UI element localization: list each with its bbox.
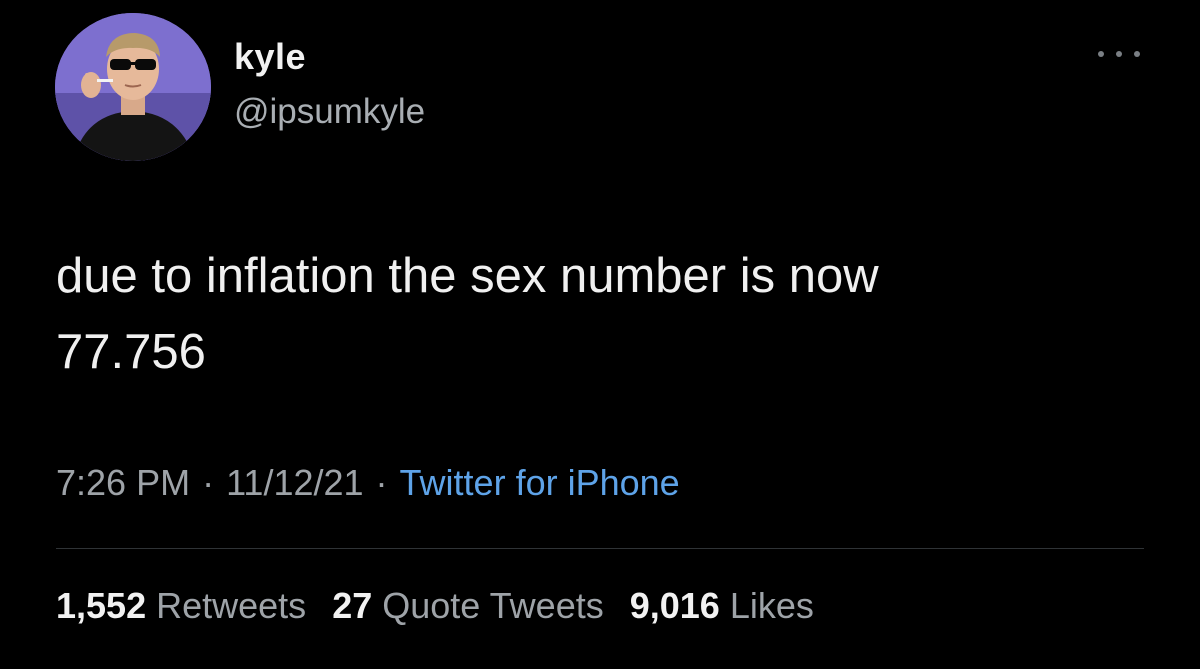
separator: · [202, 462, 215, 503]
likes-stat[interactable]: 9,016 Likes [630, 585, 814, 627]
tweet-date[interactable]: 11/12/21 [226, 462, 363, 503]
tweet-time[interactable]: 7:26 PM [56, 462, 190, 503]
tweet-stats: 1,552 Retweets 27 Quote Tweets 9,016 Likes [56, 585, 840, 627]
more-dot [1116, 51, 1122, 57]
quote-tweets-stat[interactable]: 27 Quote Tweets [332, 585, 604, 627]
likes-label: Likes [729, 585, 814, 626]
retweets-stat[interactable]: 1,552 Retweets [56, 585, 306, 627]
retweets-count: 1,552 [56, 585, 147, 626]
avatar-image [55, 13, 211, 161]
tweet-card: kyle @ipsumkyle due to inflation the sex… [0, 0, 1200, 669]
author-display-name[interactable]: kyle [234, 36, 306, 78]
tweet-text-line: 77.756 [56, 325, 206, 379]
author-handle[interactable]: @ipsumkyle [234, 92, 425, 132]
divider [56, 548, 1144, 549]
quote-tweets-label: Quote Tweets [382, 585, 604, 626]
tweet-text-line: due to inflation the sex number is now [56, 249, 879, 303]
retweets-label: Retweets [156, 585, 307, 626]
tweet-source-link[interactable]: Twitter for iPhone [400, 462, 680, 503]
more-dot [1134, 51, 1140, 57]
separator: · [375, 462, 388, 503]
avatar[interactable] [55, 13, 211, 161]
more-options-icon[interactable] [1098, 44, 1140, 64]
tweet-text: due to inflation the sex number is now 7… [56, 238, 1156, 390]
quote-tweets-count: 27 [332, 585, 373, 626]
likes-count: 9,016 [629, 585, 720, 626]
tweet-metadata: 7:26 PM · 11/12/21 · Twitter for iPhone [56, 462, 680, 504]
more-dot [1098, 51, 1104, 57]
